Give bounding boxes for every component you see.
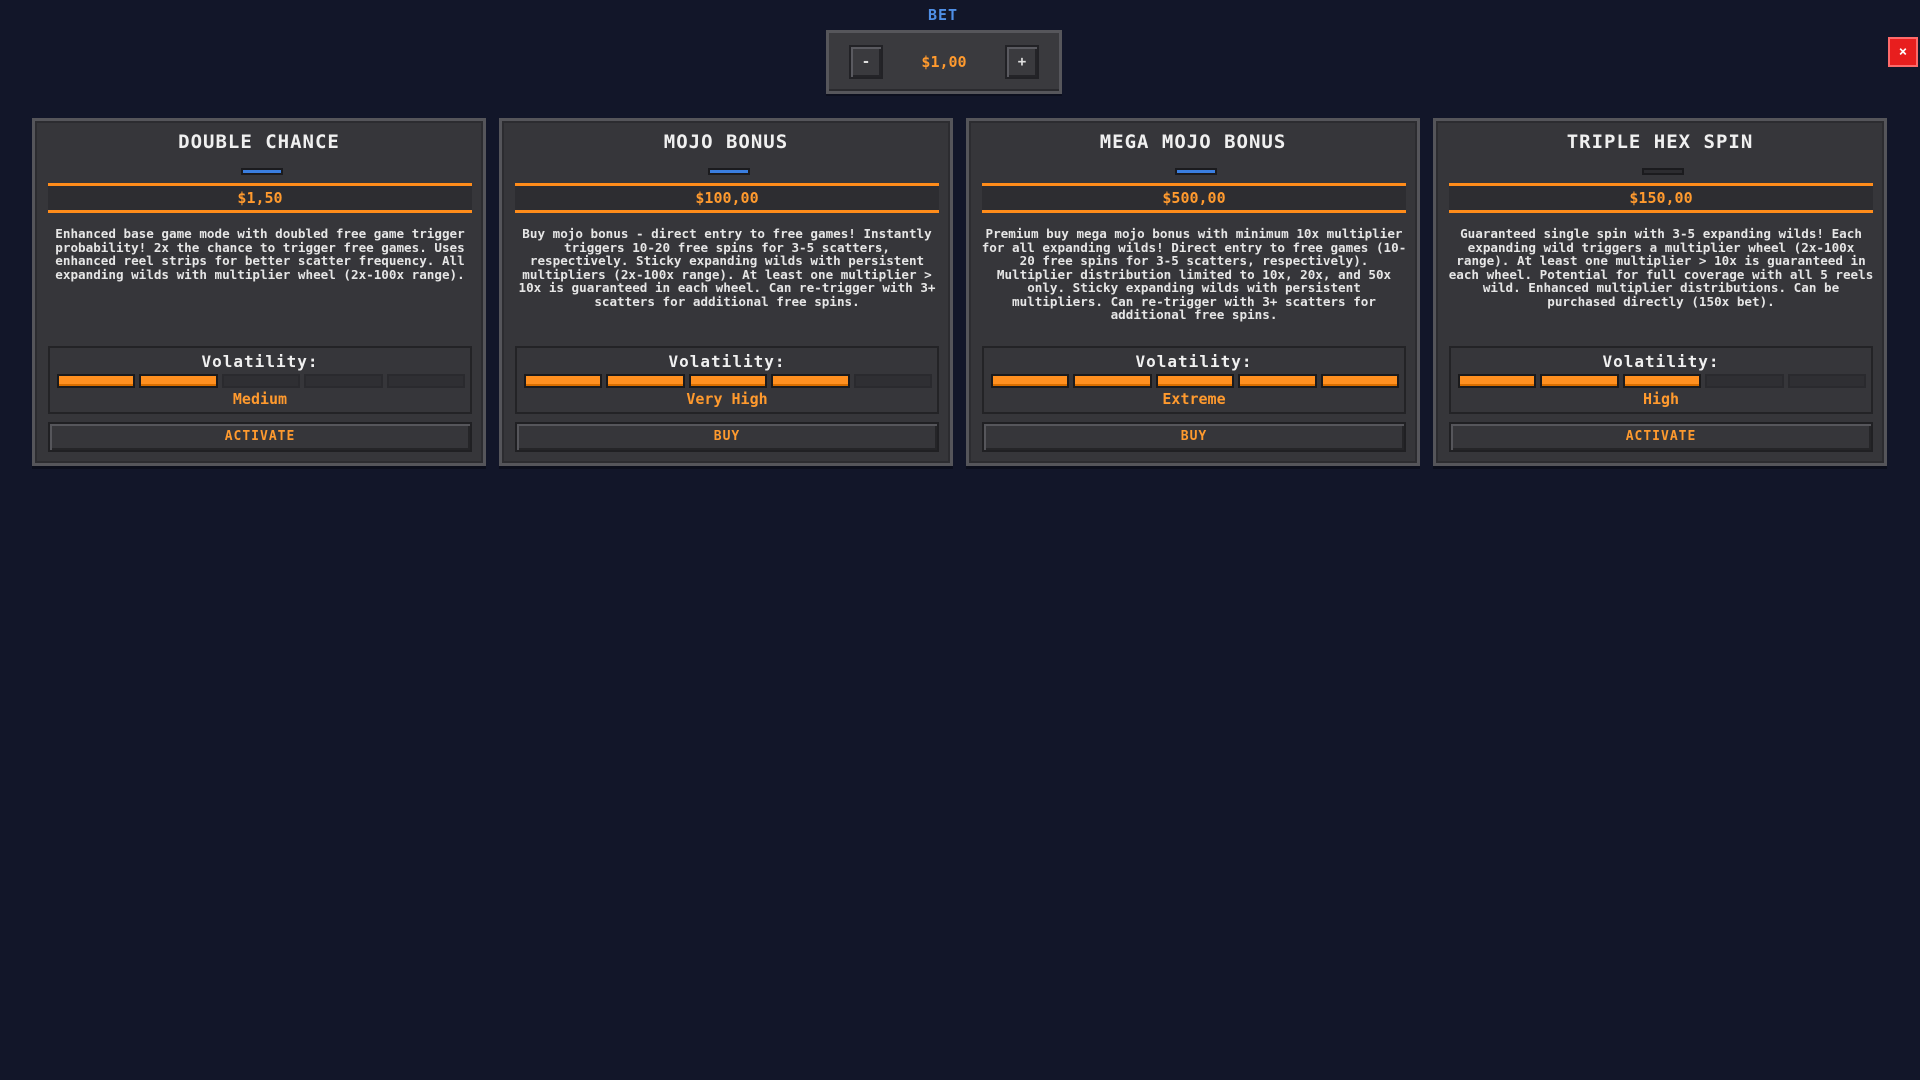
buy-button[interactable]: BUY bbox=[982, 422, 1406, 452]
volatility-meter bbox=[524, 374, 933, 388]
volatility-label: Volatility: bbox=[1135, 352, 1253, 371]
volatility-panel: Volatility: Extreme bbox=[982, 346, 1406, 414]
bet-value: $1,00 bbox=[921, 53, 967, 71]
card-price: $150,00 bbox=[1449, 183, 1873, 213]
close-button[interactable]: × bbox=[1888, 37, 1918, 67]
volatility-panel: Volatility: Very High bbox=[515, 346, 939, 414]
volatility-segment bbox=[991, 374, 1070, 388]
volatility-segment bbox=[1320, 374, 1400, 388]
card-title: MEGA MOJO BONUS bbox=[1099, 131, 1287, 153]
card-title: MOJO BONUS bbox=[663, 131, 789, 153]
volatility-segment bbox=[524, 374, 603, 388]
volatility-label: Volatility: bbox=[1602, 352, 1720, 371]
feature-card-mega-mojo-bonus: MEGA MOJO BONUS $500,00 Premium buy mega… bbox=[966, 118, 1420, 466]
volatility-segment bbox=[386, 374, 466, 388]
activate-button[interactable]: ACTIVATE bbox=[1449, 422, 1873, 452]
volatility-segment bbox=[853, 374, 933, 388]
card-description: Buy mojo bonus - direct entry to free ga… bbox=[518, 226, 936, 309]
volatility-meter bbox=[57, 374, 466, 388]
card-active-indicator bbox=[1175, 168, 1217, 175]
activate-button[interactable]: ACTIVATE bbox=[48, 422, 472, 452]
card-title: TRIPLE HEX SPIN bbox=[1566, 131, 1754, 153]
bet-decrease-button[interactable]: - bbox=[849, 45, 883, 79]
card-title: DOUBLE CHANCE bbox=[178, 131, 340, 153]
volatility-segment bbox=[688, 374, 768, 388]
volatility-meter bbox=[991, 374, 1400, 388]
volatility-segment bbox=[771, 374, 850, 388]
volatility-value: High bbox=[1642, 390, 1680, 408]
volatility-panel: Volatility: High bbox=[1449, 346, 1873, 414]
volatility-segment bbox=[1787, 374, 1867, 388]
feature-card-triple-hex-spin: TRIPLE HEX SPIN $150,00 Guaranteed singl… bbox=[1433, 118, 1887, 466]
volatility-segment bbox=[1705, 374, 1784, 388]
card-description: Premium buy mega mojo bonus with minimum… bbox=[981, 226, 1407, 322]
card-description: Enhanced base game mode with doubled fre… bbox=[55, 226, 465, 282]
feature-card-double-chance: DOUBLE CHANCE $1,50 Enhanced base game m… bbox=[32, 118, 486, 466]
volatility-panel: Volatility: Medium bbox=[48, 346, 472, 414]
card-active-indicator bbox=[241, 168, 283, 175]
card-active-indicator bbox=[1642, 168, 1684, 175]
bet-control: - $1,00 + bbox=[826, 30, 1062, 94]
volatility-segment bbox=[57, 374, 136, 388]
volatility-value: Extreme bbox=[1162, 390, 1226, 408]
volatility-label: Volatility: bbox=[668, 352, 786, 371]
card-price: $1,50 bbox=[48, 183, 472, 213]
card-description: Guaranteed single spin with 3-5 expandin… bbox=[1448, 226, 1874, 309]
card-active-indicator bbox=[708, 168, 750, 175]
volatility-segment bbox=[1073, 374, 1152, 388]
buy-button[interactable]: BUY bbox=[515, 422, 939, 452]
volatility-value: Very High bbox=[686, 390, 768, 408]
volatility-meter bbox=[1458, 374, 1867, 388]
bet-label: BET bbox=[927, 6, 959, 24]
volatility-segment bbox=[139, 374, 218, 388]
volatility-segment bbox=[1238, 374, 1317, 388]
bet-increase-button[interactable]: + bbox=[1005, 45, 1039, 79]
volatility-segment bbox=[1540, 374, 1619, 388]
volatility-segment bbox=[1155, 374, 1235, 388]
volatility-segment bbox=[606, 374, 685, 388]
volatility-segment bbox=[221, 374, 301, 388]
volatility-segment bbox=[304, 374, 383, 388]
card-price: $500,00 bbox=[982, 183, 1406, 213]
card-price: $100,00 bbox=[515, 183, 939, 213]
volatility-label: Volatility: bbox=[201, 352, 319, 371]
feature-card-mojo-bonus: MOJO BONUS $100,00 Buy mojo bonus - dire… bbox=[499, 118, 953, 466]
volatility-segment bbox=[1458, 374, 1537, 388]
volatility-value: Medium bbox=[232, 390, 288, 408]
volatility-segment bbox=[1622, 374, 1702, 388]
